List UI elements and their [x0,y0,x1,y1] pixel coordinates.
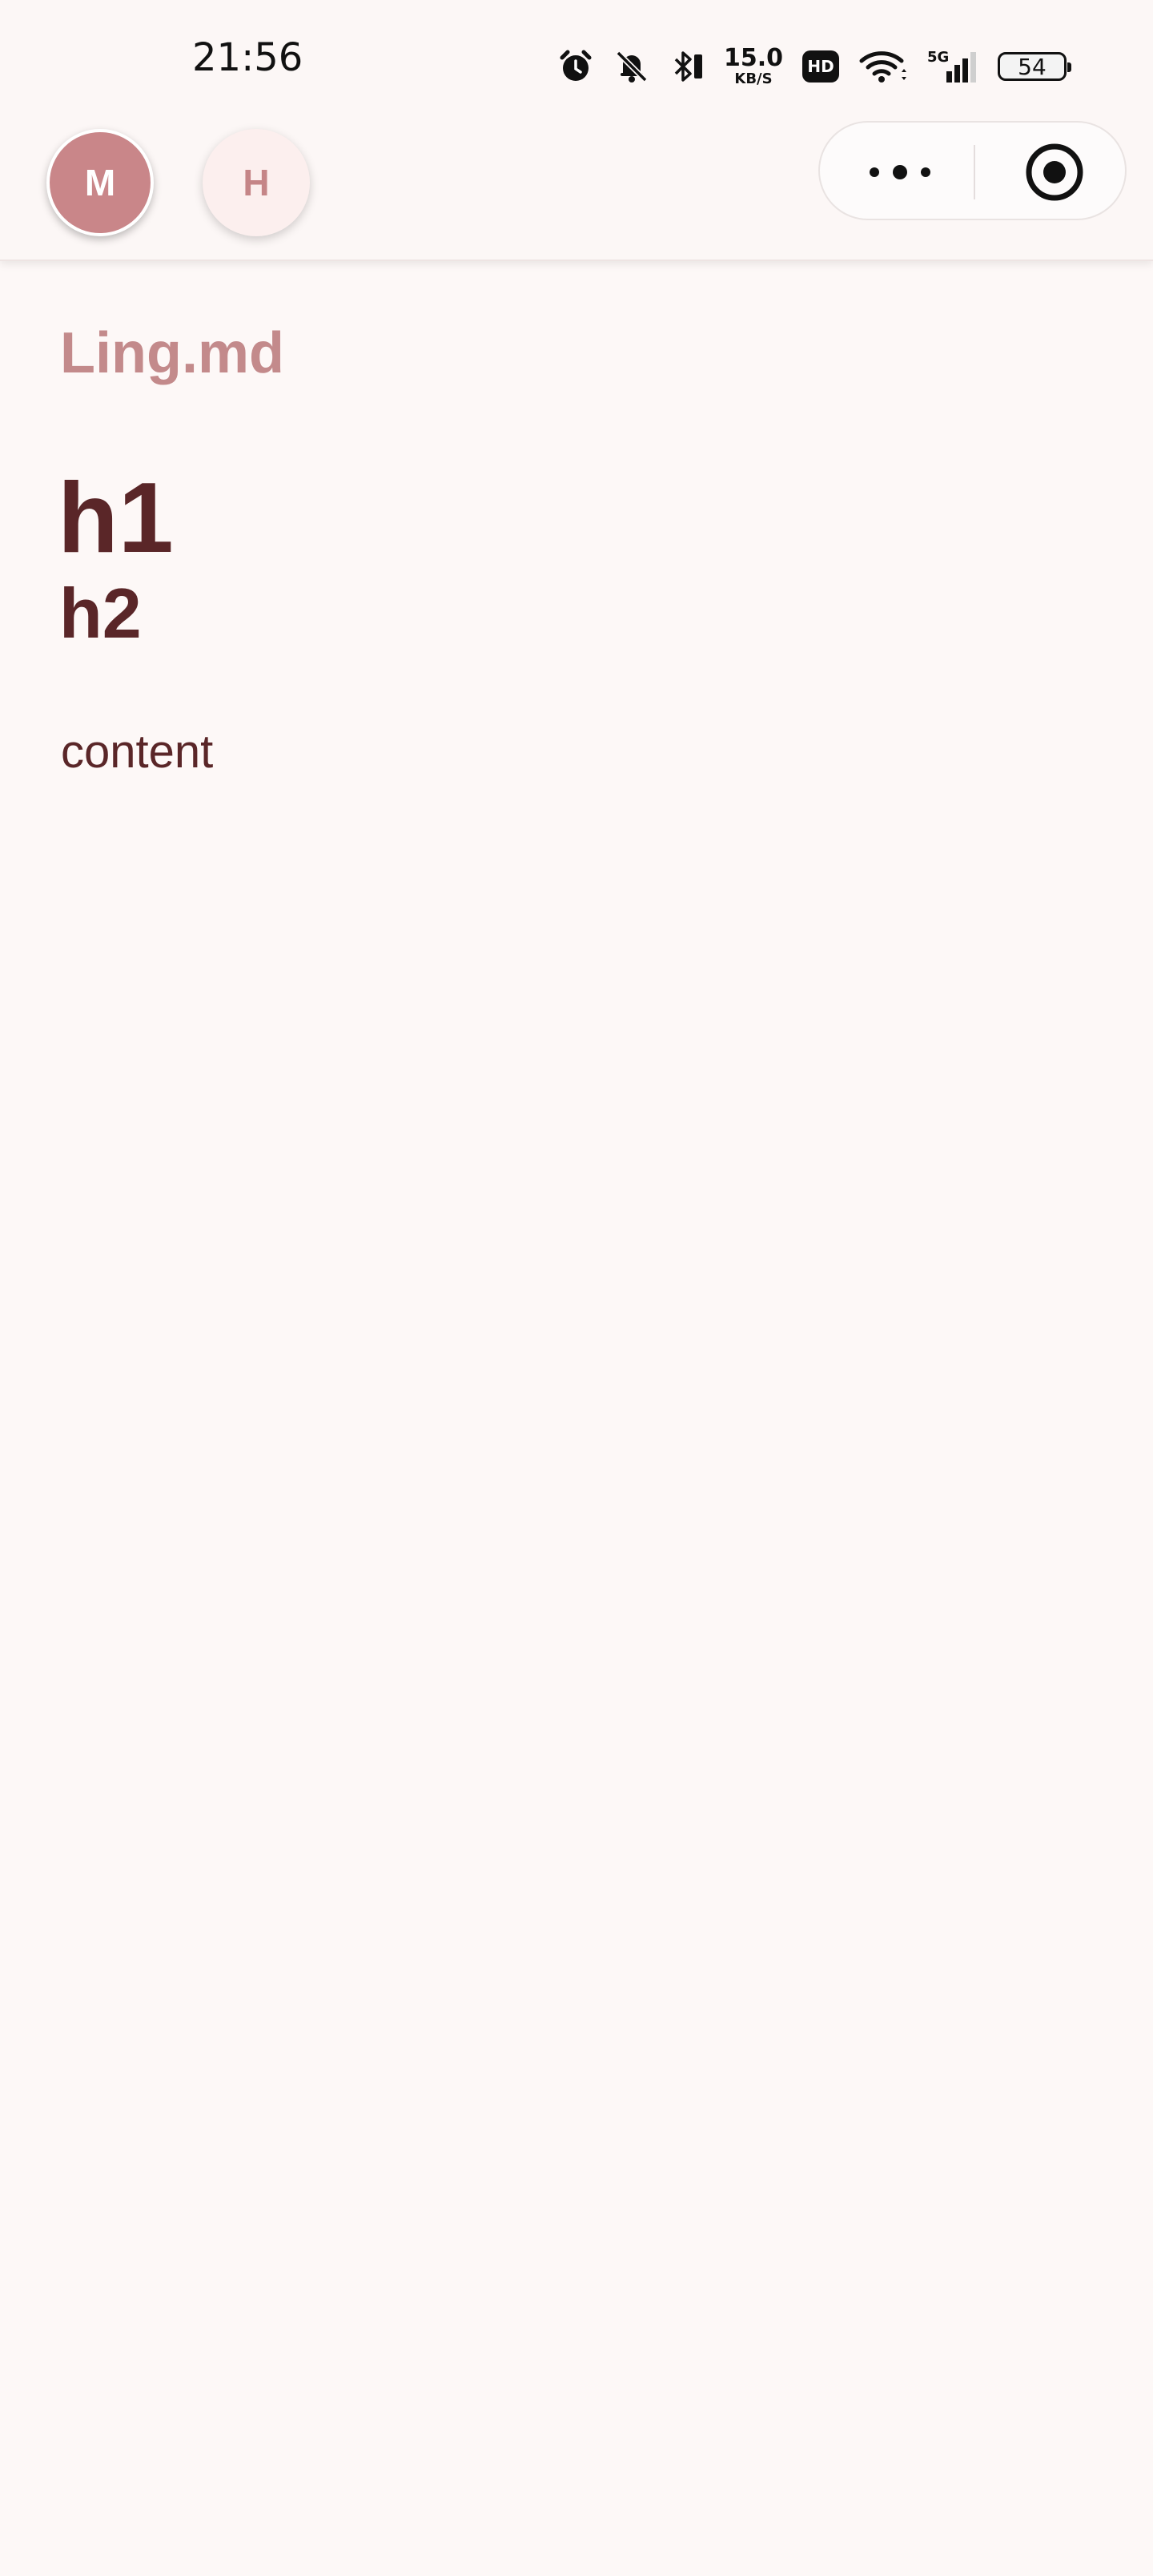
status-time: 21:56 [192,35,303,80]
status-icons: 15.0 KB/S HD 5G 54 [557,44,1071,89]
bluetooth-icon [669,48,705,85]
cellular-label: 5G [927,49,949,66]
target-circle-icon[interactable] [1024,142,1085,203]
status-bar: 21:56 15.0 KB/S HD 5G 54 [0,0,1153,120]
network-speed: 15.0 KB/S [724,46,783,87]
bell-off-icon [613,48,650,85]
signal-icon: 5G [927,47,978,86]
content-paragraph: content [61,726,214,778]
avatar-h-button[interactable]: H [203,129,310,236]
avatar-h-letter: H [243,162,270,203]
capsule-divider [974,145,975,199]
battery-icon: 54 [998,52,1071,81]
alarm-icon [557,48,594,85]
more-dots-icon[interactable] [862,153,938,191]
battery-level: 54 [1018,53,1047,80]
document-title: Ling.md [60,321,284,385]
app-header: 21:56 15.0 KB/S HD 5G 54 M H [0,0,1153,261]
wifi-icon [858,48,908,85]
network-speed-value: 15.0 [723,44,783,72]
heading-h2: h2 [59,574,142,653]
heading-h1: h1 [58,463,174,574]
network-speed-unit: KB/S [734,70,773,87]
avatar-m-button[interactable]: M [46,129,154,236]
miniprogram-capsule [818,121,1127,220]
avatar-m-letter: M [84,162,116,203]
hd-badge: HD [802,50,839,83]
